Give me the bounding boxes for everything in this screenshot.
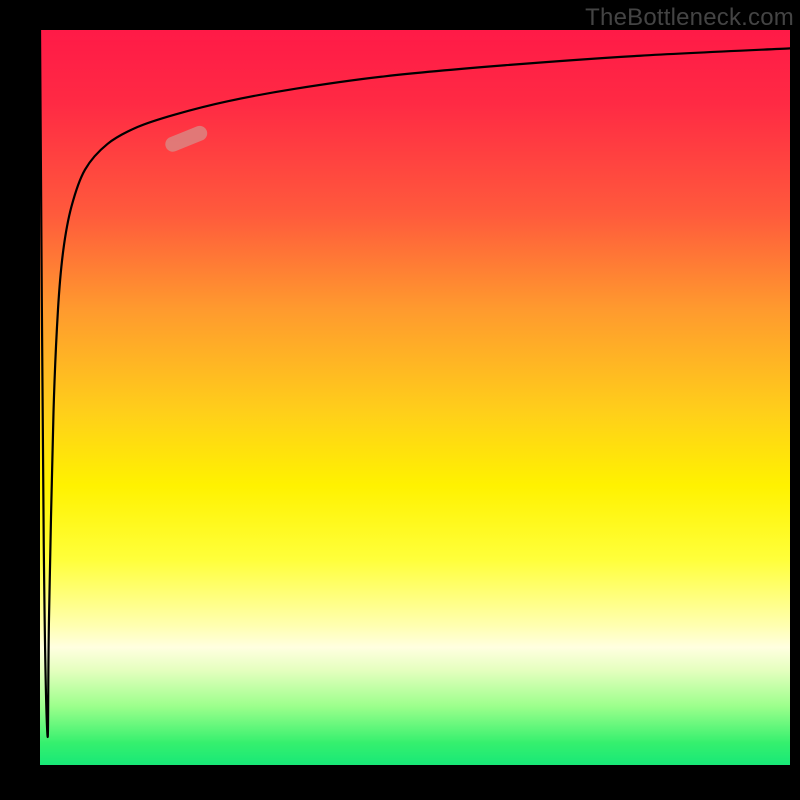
watermark-text: TheBottleneck.com	[585, 4, 794, 32]
curve-highlight-marker	[163, 124, 209, 154]
curve-layer	[0, 0, 800, 800]
bottleneck-curve	[40, 30, 790, 737]
chart-frame: TheBottleneck.com	[0, 0, 800, 800]
